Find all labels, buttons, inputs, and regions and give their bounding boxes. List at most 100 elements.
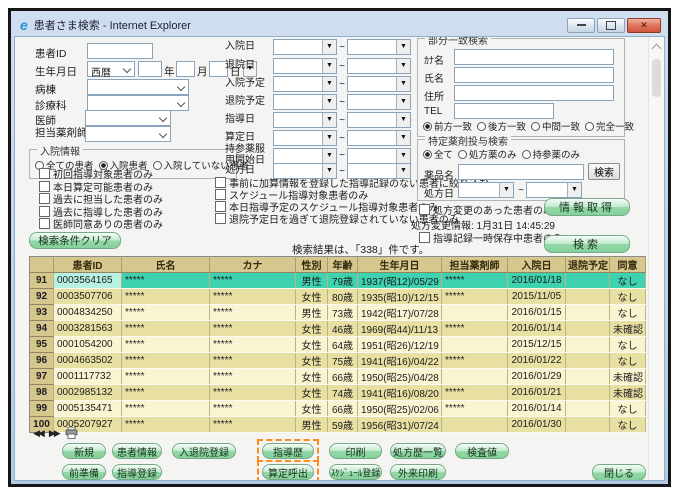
match-type-radio[interactable]: 完全一致	[585, 119, 634, 133]
footer-button[interactable]: 新規	[62, 443, 106, 459]
date-from-input[interactable]: ▼	[273, 148, 337, 164]
date-to-input[interactable]: ▼	[347, 39, 411, 55]
table-row[interactable]: 910003564165**********男性79歳1937(昭12)/05/…	[30, 273, 646, 289]
pharmacist-select[interactable]	[85, 126, 171, 142]
footer-button-highlighted[interactable]: 算定呼出	[262, 464, 314, 480]
left-filter-checkbox[interactable]: 医師同意ありの患者のみ	[39, 216, 163, 231]
birth-month-input[interactable]	[176, 61, 195, 77]
radio-icon[interactable]	[531, 122, 540, 131]
prescription-change-checkbox[interactable]: 処方変更のあった患者のみ	[419, 202, 553, 217]
drug-name-input[interactable]	[458, 164, 584, 180]
footer-button-highlighted[interactable]: 指導歴	[262, 443, 314, 459]
date-to-input[interactable]: ▼	[347, 58, 411, 74]
radio-icon[interactable]	[423, 122, 432, 131]
dropdown-arrow-icon[interactable]: ▼	[396, 131, 410, 145]
drug-search-button[interactable]: 検索	[588, 163, 620, 180]
patient-id-input[interactable]	[87, 43, 153, 59]
table-row[interactable]: 1000005207927**********男性59歳1956(昭31)/07…	[30, 417, 646, 433]
temp-save-checkbox[interactable]: 指導記録一時保存中患者のみ	[419, 230, 563, 245]
radio-icon[interactable]	[458, 150, 467, 159]
table-row[interactable]: 920003507706**********女性80歳1935(昭10)/12/…	[30, 289, 646, 305]
dropdown-arrow-icon[interactable]: ▼	[396, 77, 410, 91]
date-from-input[interactable]: ▼	[273, 112, 337, 128]
scrollbar-thumb[interactable]	[652, 59, 661, 97]
birth-year-input[interactable]	[138, 61, 162, 77]
footer-button[interactable]: ｽｹｼﾞｭｰﾙ登録	[329, 464, 382, 480]
dropdown-arrow-icon[interactable]: ▼	[396, 59, 410, 73]
date-from-input[interactable]: ▼	[273, 94, 337, 110]
footer-button[interactable]: 処方歴一覧	[390, 443, 446, 459]
prescription-date-from-input[interactable]: ▼	[458, 182, 514, 198]
dropdown-arrow-icon[interactable]: ▼	[396, 164, 410, 178]
footer-button[interactable]: 前準備	[62, 464, 106, 480]
checkbox-icon[interactable]	[39, 206, 50, 217]
partial-match-field-input[interactable]	[454, 67, 614, 83]
dropdown-arrow-icon[interactable]: ▼	[322, 40, 336, 54]
date-to-input[interactable]: ▼	[347, 76, 411, 92]
scroll-up-arrow-icon[interactable]	[652, 44, 662, 54]
clear-search-button[interactable]: 検索条件クリア	[29, 232, 121, 249]
dropdown-arrow-icon[interactable]: ▼	[396, 40, 410, 54]
checkbox-icon[interactable]	[39, 218, 50, 229]
date-to-input[interactable]: ▼	[347, 130, 411, 146]
date-from-input[interactable]: ▼	[273, 39, 337, 55]
dropdown-arrow-icon[interactable]: ▼	[499, 183, 513, 197]
dropdown-arrow-icon[interactable]: ▼	[322, 164, 336, 178]
doctor-select[interactable]	[85, 110, 171, 126]
date-from-input[interactable]: ▼	[273, 130, 337, 146]
drug-type-radio[interactable]: 全て	[423, 147, 453, 161]
prescription-date-to-input[interactable]: ▼	[526, 182, 582, 198]
footer-button[interactable]: 指導登録	[112, 464, 162, 480]
table-row[interactable]: 940003281563**********女性46歳1969(昭44)/11/…	[30, 321, 646, 337]
next-page-button[interactable]: ▶▶	[49, 428, 59, 439]
ward-select[interactable]	[87, 79, 189, 95]
search-button[interactable]: 検索	[544, 235, 630, 253]
table-row[interactable]: 970001117732**********女性66歳1950(昭25)/04/…	[30, 369, 646, 385]
close-window-button[interactable]: ✕	[627, 18, 661, 33]
table-row[interactable]: 950001054200**********女性64歳1951(昭26)/12/…	[30, 337, 646, 353]
radio-icon[interactable]	[423, 150, 432, 159]
dropdown-arrow-icon[interactable]: ▼	[396, 149, 410, 163]
vertical-scrollbar[interactable]	[648, 37, 664, 480]
era-select[interactable]: 西暦	[87, 61, 135, 77]
checkbox-icon[interactable]	[39, 181, 50, 192]
dropdown-arrow-icon[interactable]: ▼	[322, 131, 336, 145]
footer-button[interactable]: 外来印刷	[390, 464, 446, 480]
date-to-input[interactable]: ▼	[347, 148, 411, 164]
table-row[interactable]: 960004663502**********女性75歳1941(昭16)/04/…	[30, 353, 646, 369]
dropdown-arrow-icon[interactable]: ▼	[322, 113, 336, 127]
dropdown-arrow-icon[interactable]: ▼	[567, 183, 581, 197]
maximize-button[interactable]	[597, 18, 625, 33]
info-fetch-button[interactable]: 情報取得	[544, 198, 630, 216]
radio-icon[interactable]	[477, 122, 486, 131]
date-to-input[interactable]: ▼	[347, 112, 411, 128]
date-to-input[interactable]: ▼	[347, 94, 411, 110]
dropdown-arrow-icon[interactable]: ▼	[322, 95, 336, 109]
dropdown-arrow-icon[interactable]: ▼	[322, 59, 336, 73]
date-to-input[interactable]: ▼	[347, 163, 411, 179]
match-type-radio[interactable]: 後方一致	[477, 119, 526, 133]
footer-button[interactable]: 検査値	[455, 443, 509, 459]
footer-button[interactable]: 患者情報	[112, 443, 162, 459]
radio-icon[interactable]	[153, 161, 162, 170]
footer-button[interactable]: 印刷	[329, 443, 382, 459]
close-dialog-button[interactable]: 閉じる	[592, 464, 646, 481]
dropdown-arrow-icon[interactable]: ▼	[322, 77, 336, 91]
dropdown-arrow-icon[interactable]: ▼	[396, 113, 410, 127]
printer-icon[interactable]	[65, 427, 78, 439]
minimize-button[interactable]	[567, 18, 595, 33]
date-from-input[interactable]: ▼	[273, 76, 337, 92]
table-row[interactable]: 980002985132**********女性74歳1941(昭16)/08/…	[30, 385, 646, 401]
partial-match-field-input[interactable]	[454, 85, 614, 101]
checkbox-icon[interactable]	[39, 193, 50, 204]
drug-type-radio[interactable]: 持参薬のみ	[522, 147, 581, 161]
date-from-input[interactable]: ▼	[273, 58, 337, 74]
department-select[interactable]	[87, 95, 189, 111]
radio-icon[interactable]	[585, 122, 594, 131]
prev-page-button[interactable]: ◀◀	[33, 428, 43, 439]
partial-match-field-input[interactable]	[454, 103, 554, 119]
table-row[interactable]: 930004834250**********男性73歳1942(昭17)/07/…	[30, 305, 646, 321]
radio-icon[interactable]	[522, 150, 531, 159]
dropdown-arrow-icon[interactable]: ▼	[396, 95, 410, 109]
partial-match-field-input[interactable]	[454, 49, 614, 65]
